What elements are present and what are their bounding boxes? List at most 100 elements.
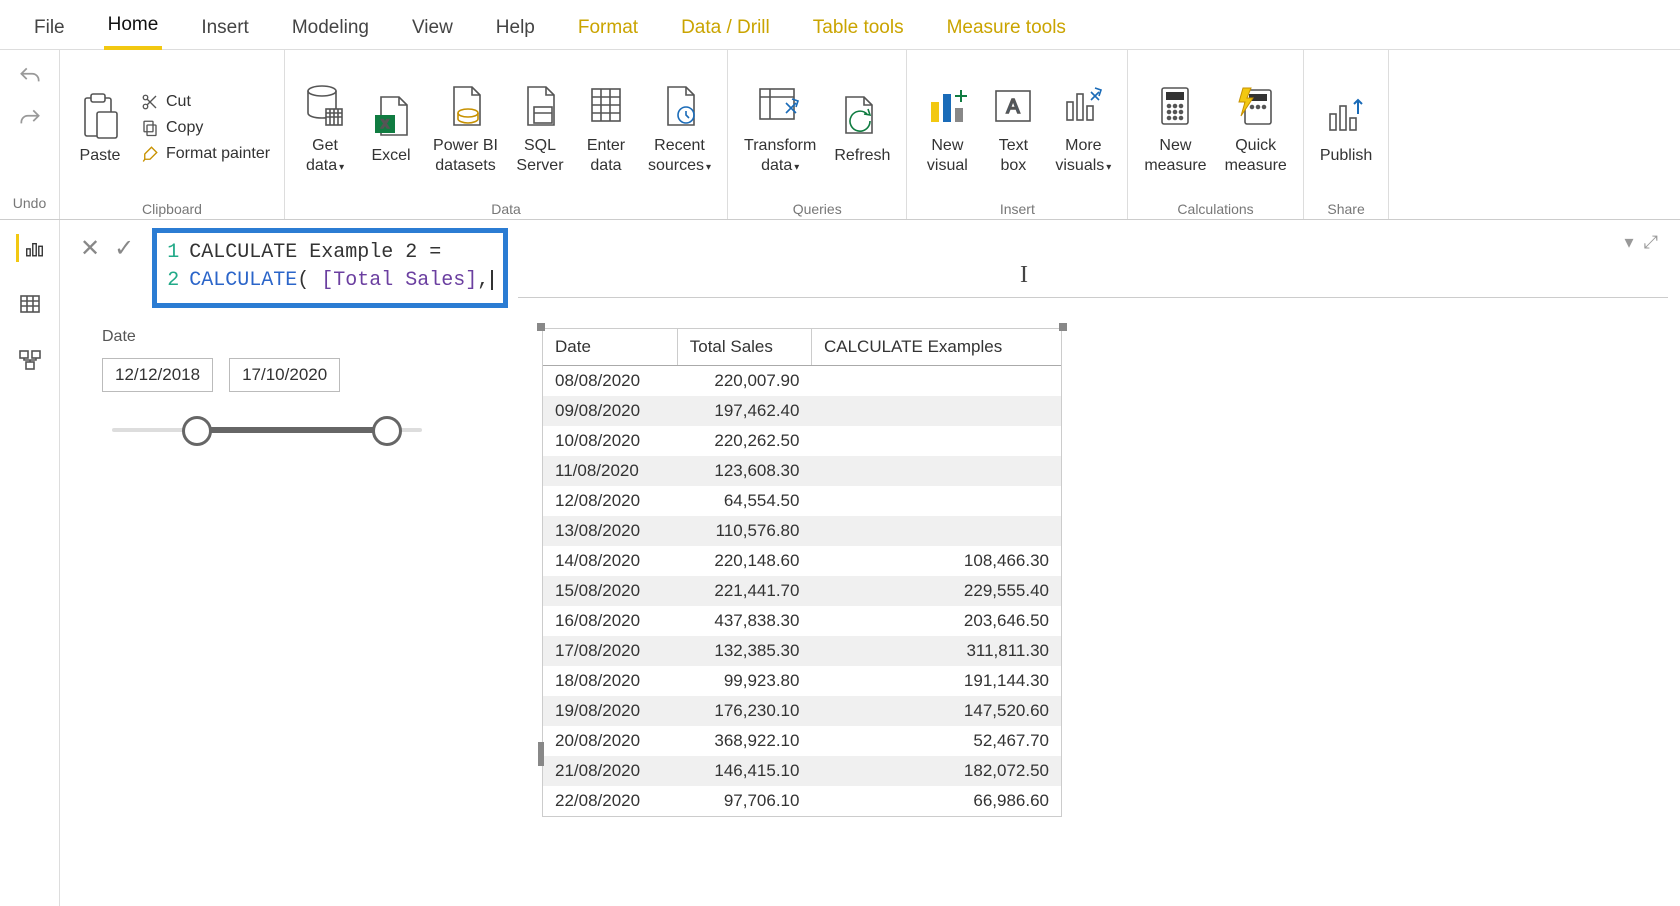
table-row[interactable]: 19/08/2020176,230.10147,520.60 [543,696,1061,726]
tab-insert[interactable]: Insert [197,9,253,49]
sql-server-icon [516,80,564,132]
formula-bar-extension[interactable]: I ▾ ⤢ [518,228,1668,298]
table-row[interactable]: 09/08/2020197,462.40 [543,396,1061,426]
table-row[interactable]: 13/08/2020110,576.80 [543,516,1061,546]
table-row[interactable]: 22/08/202097,706.1066,986.60 [543,786,1061,816]
text-box-button[interactable]: A Text box [987,80,1039,174]
more-visuals-button[interactable]: More visuals▾ [1053,80,1113,174]
tab-view[interactable]: View [408,9,457,49]
enter-data-button[interactable]: Enter data [580,80,632,174]
tab-file[interactable]: File [30,9,69,49]
pbi-datasets-icon [442,80,490,132]
publish-label: Publish [1320,146,1372,165]
publish-button[interactable]: Publish [1318,90,1374,165]
recent-sources-label: Recent sources▾ [648,136,711,174]
commit-formula-button[interactable]: ✓ [114,234,134,263]
col-header-date[interactable]: Date [543,329,677,366]
table-cell: 182,072.50 [811,756,1061,786]
calculations-group-label: Calculations [1177,199,1253,217]
col-header-calc-examples[interactable]: CALCULATE Examples [811,329,1061,366]
col-header-total-sales[interactable]: Total Sales [677,329,811,366]
table-cell: 17/08/2020 [543,636,677,666]
format-painter-button[interactable]: Format painter [140,144,270,164]
formula-text-line2: CALCULATE( [Total Sales], [189,267,493,295]
table-cell: 12/08/2020 [543,486,677,516]
date-range-slider[interactable] [102,410,432,450]
scissors-icon [140,92,160,112]
table-cell: 99,923.80 [677,666,811,696]
table-row[interactable]: 18/08/202099,923.80191,144.30 [543,666,1061,696]
pbi-datasets-button[interactable]: Power BI datasets [431,80,500,174]
table-row[interactable]: 08/08/2020220,007.90 [543,366,1061,397]
transform-data-icon [756,80,804,132]
recent-sources-button[interactable]: Recent sources▾ [646,80,713,174]
formula-expand-icon[interactable]: ⤢ [1644,232,1658,253]
tab-data-drill[interactable]: Data / Drill [677,9,774,49]
format-painter-label: Format painter [166,145,270,163]
table-row[interactable]: 14/08/2020220,148.60108,466.30 [543,546,1061,576]
table-row[interactable]: 20/08/2020368,922.1052,467.70 [543,726,1061,756]
table-cell: 11/08/2020 [543,456,677,486]
refresh-button[interactable]: Refresh [832,90,892,165]
table-cell: 176,230.10 [677,696,811,726]
formula-dropdown-icon[interactable]: ▾ [1625,232,1634,253]
tab-measure-tools[interactable]: Measure tools [943,9,1070,49]
quick-measure-button[interactable]: Quick measure [1223,80,1289,174]
slicer-to-date[interactable]: 17/10/2020 [229,358,340,392]
tab-format[interactable]: Format [574,9,642,49]
copy-label: Copy [166,119,203,137]
new-visual-button[interactable]: New visual [921,80,973,174]
table-cell: 19/08/2020 [543,696,677,726]
table-row[interactable]: 11/08/2020123,608.30 [543,456,1061,486]
selection-handle[interactable] [537,323,545,331]
sql-server-button[interactable]: SQL Server [514,80,566,174]
table-cell: 220,148.60 [677,546,811,576]
table-row[interactable]: 16/08/2020437,838.30203,646.50 [543,606,1061,636]
cut-button[interactable]: Cut [140,92,270,112]
data-view-button[interactable] [16,290,44,318]
table-row[interactable]: 12/08/202064,554.50 [543,486,1061,516]
get-data-button[interactable]: Get data▾ [299,80,351,174]
transform-data-button[interactable]: Transform data▾ [742,80,818,174]
ribbon-group-queries: Transform data▾ Refresh Queries [728,50,907,219]
date-slicer-visual[interactable]: Date 12/12/2018 17/10/2020 [102,328,432,450]
excel-button[interactable]: X Excel [365,90,417,165]
new-measure-button[interactable]: New measure [1142,80,1208,174]
tab-table-tools[interactable]: Table tools [809,9,908,49]
tab-home[interactable]: Home [104,6,163,50]
cut-label: Cut [166,93,191,111]
cancel-formula-button[interactable]: ✕ [80,234,100,263]
undo-button[interactable] [17,64,43,96]
table-row[interactable]: 10/08/2020220,262.50 [543,426,1061,456]
table-cell: 08/08/2020 [543,366,677,397]
redo-button[interactable] [17,106,43,138]
new-visual-icon [923,80,971,132]
selection-handle[interactable] [538,742,544,766]
sql-server-label: SQL Server [516,136,563,174]
slider-handle-start[interactable] [182,416,212,446]
ribbon-group-share: Publish Share [1304,50,1389,219]
enter-data-label: Enter data [587,136,625,174]
report-view-button[interactable] [16,234,44,262]
table-cell: 97,706.10 [677,786,811,816]
paste-button[interactable]: Paste [74,90,126,165]
table-cell: 220,007.90 [677,366,811,397]
copy-button[interactable]: Copy [140,118,270,138]
table-row[interactable]: 15/08/2020221,441.70229,555.40 [543,576,1061,606]
table-row[interactable]: 17/08/2020132,385.30311,811.30 [543,636,1061,666]
tab-modeling[interactable]: Modeling [288,9,373,49]
slicer-from-date[interactable]: 12/12/2018 [102,358,213,392]
selection-handle[interactable] [1059,323,1067,331]
tab-help[interactable]: Help [492,9,539,49]
model-view-button[interactable] [16,346,44,374]
table-visual[interactable]: Date Total Sales CALCULATE Examples 08/0… [542,328,1062,817]
enter-data-icon [582,80,630,132]
formula-editor[interactable]: 1 CALCULATE Example 2 = 2 CALCULATE( [To… [152,228,508,308]
table-row[interactable]: 21/08/2020146,415.10182,072.50 [543,756,1061,786]
table-cell: 146,415.10 [677,756,811,786]
table-cell: 368,922.10 [677,726,811,756]
svg-text:A: A [1007,96,1021,118]
slider-handle-end[interactable] [372,416,402,446]
text-cursor-icon: I [1020,262,1028,289]
ribbon: Undo Paste Cut Copy [0,50,1680,220]
